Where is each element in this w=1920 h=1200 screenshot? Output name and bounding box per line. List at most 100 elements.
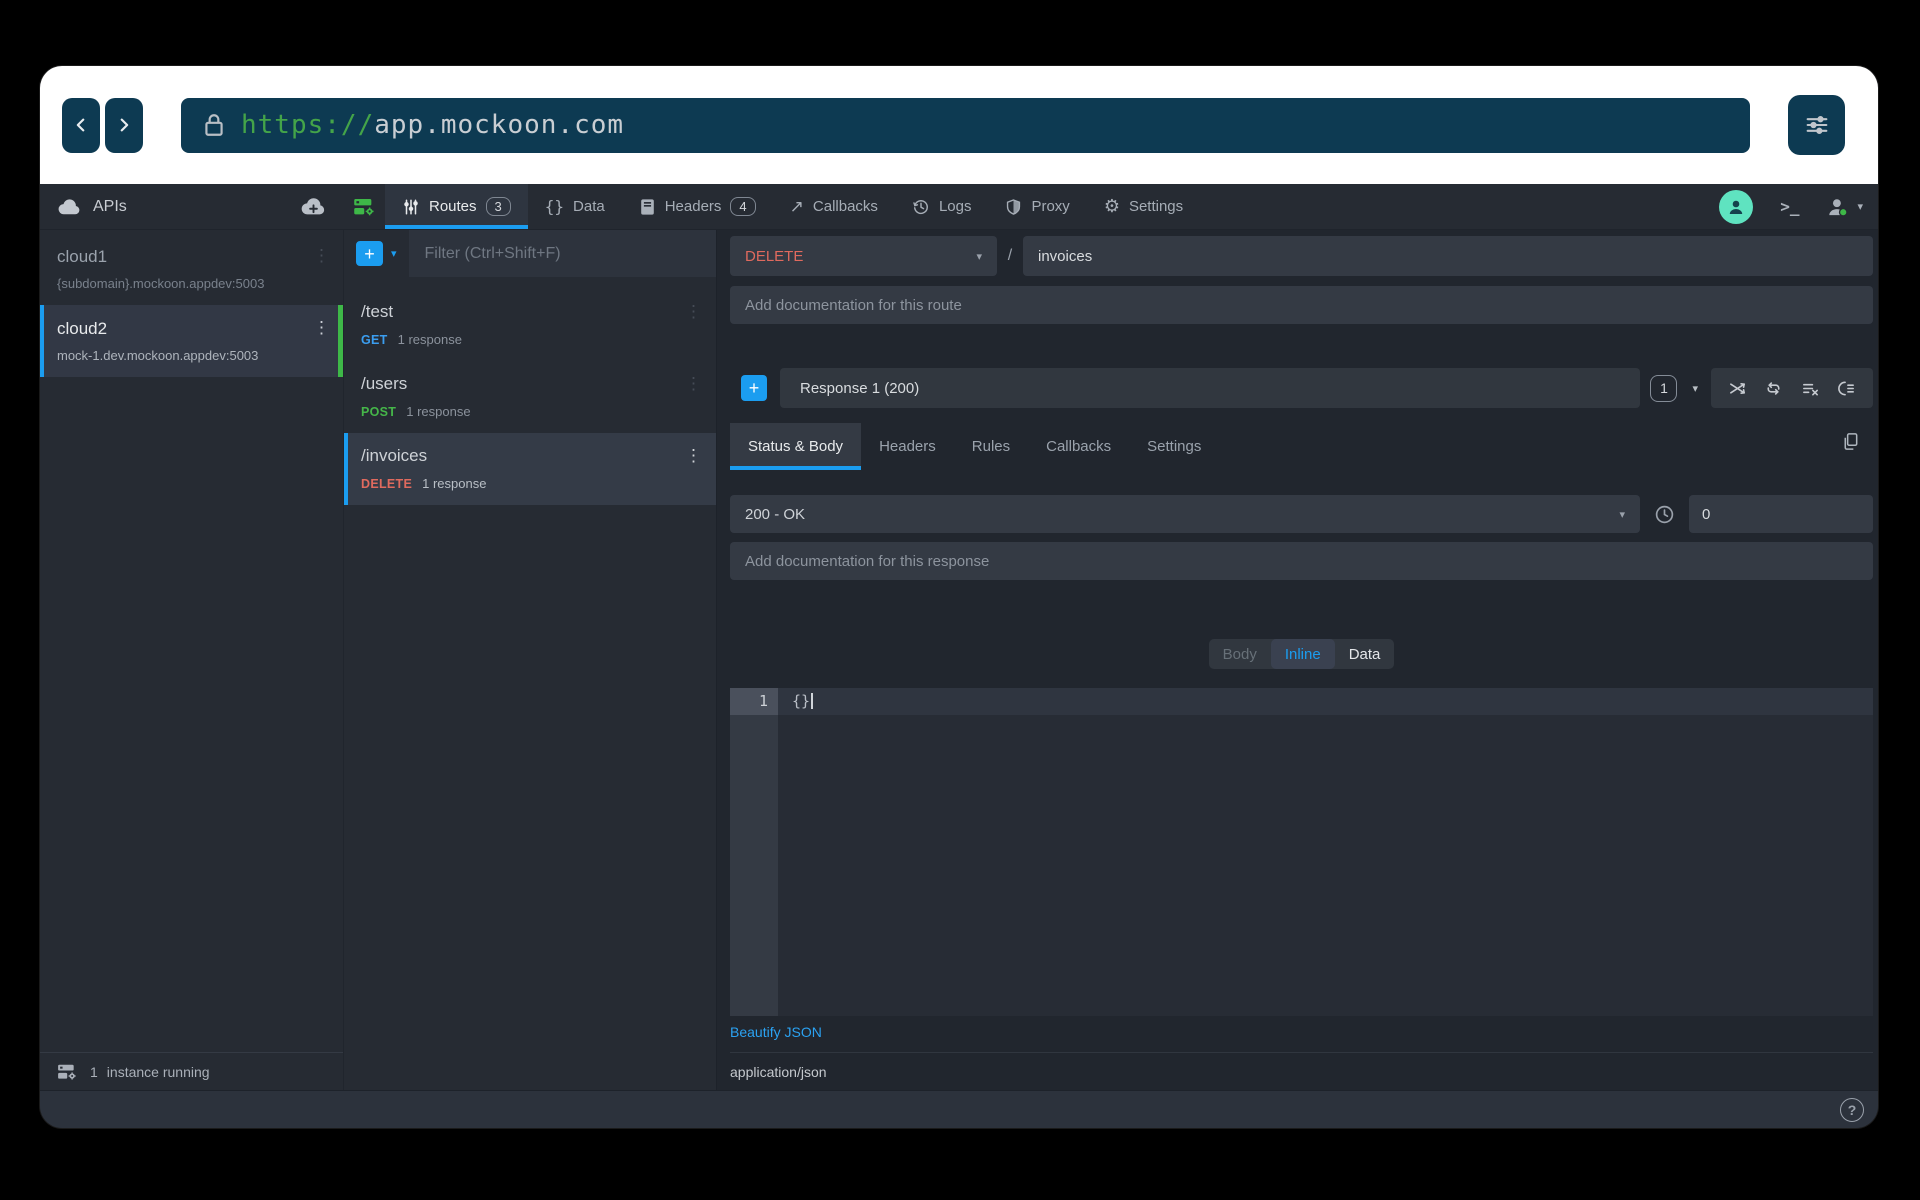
body-code-editor[interactable]: 1 {} <box>730 688 1873 1016</box>
browser-forward-button[interactable] <box>105 98 143 153</box>
route-method: GET <box>361 333 388 347</box>
browser-address-bar[interactable]: https:// app.mockoon.com <box>181 98 1750 153</box>
response-documentation-input[interactable] <box>730 542 1873 580</box>
add-route-caret-icon[interactable]: ▾ <box>391 247 397 260</box>
line-number: 1 <box>730 688 778 715</box>
kebab-menu-icon[interactable]: ⋮ <box>313 247 330 264</box>
headers-count-badge: 4 <box>730 197 755 216</box>
apis-title: APIs <box>93 198 127 216</box>
add-route-button[interactable]: + <box>356 241 383 266</box>
sliders-icon <box>1803 111 1831 139</box>
kebab-menu-icon[interactable]: ⋮ <box>685 447 702 464</box>
route-documentation-input[interactable] <box>730 286 1873 324</box>
tab-rules[interactable]: Rules <box>954 423 1028 470</box>
gear-icon: ⚙ <box>1104 196 1120 217</box>
fallback-mode-icon[interactable] <box>1837 379 1856 398</box>
tab-response-settings[interactable]: Settings <box>1129 423 1219 470</box>
route-path: /users <box>361 374 700 394</box>
tab-callbacks-label: Callbacks <box>813 198 878 215</box>
response-toolbar: + Response 1 (200) 1 ▾ <box>730 368 1873 408</box>
method-value: DELETE <box>745 248 803 265</box>
toggle-data[interactable]: Data <box>1335 639 1395 669</box>
instance-label: instance running <box>107 1064 210 1080</box>
route-method: DELETE <box>361 477 412 491</box>
routes-filter-input[interactable] <box>409 230 716 277</box>
tab-logs-label: Logs <box>939 198 972 215</box>
environment-item-cloud2[interactable]: cloud2 mock-1.dev.mockoon.appdev:5003 ⋮ <box>40 305 343 377</box>
add-response-button[interactable]: + <box>741 375 767 401</box>
lock-icon <box>201 110 227 140</box>
route-path: /test <box>361 302 700 322</box>
chevron-left-icon <box>72 116 90 134</box>
copy-icon[interactable] <box>1841 431 1860 452</box>
kebab-menu-icon[interactable]: ⋮ <box>685 375 702 392</box>
environment-settings-icon[interactable] <box>343 184 385 229</box>
editor-gutter <box>730 688 778 1016</box>
environment-name: cloud2 <box>57 319 327 339</box>
path-separator: / <box>997 236 1023 276</box>
response-mode-buttons <box>1711 368 1873 408</box>
tab-status-body[interactable]: Status & Body <box>730 423 861 470</box>
tab-proxy[interactable]: Proxy <box>988 184 1086 229</box>
status-row: 200 - OK ▾ <box>730 495 1873 533</box>
tab-proxy-label: Proxy <box>1031 198 1069 215</box>
mockoon-app: APIs Routes 3 {} Data <box>40 184 1878 1128</box>
route-responses: 1 response <box>406 404 470 419</box>
tab-routes-label: Routes <box>429 198 477 215</box>
random-response-icon[interactable] <box>1728 379 1747 398</box>
route-item-invoices[interactable]: /invoices DELETE 1 response ⋮ <box>344 433 716 505</box>
instances-footer: 1 instance running <box>40 1052 343 1090</box>
url-host: app.mockoon.com <box>374 110 624 140</box>
tab-data-label: Data <box>573 198 605 215</box>
tab-routes[interactable]: Routes 3 <box>385 184 528 229</box>
status-code-select[interactable]: 200 - OK ▾ <box>730 495 1640 533</box>
browser-back-button[interactable] <box>62 98 100 153</box>
account-menu[interactable]: ▾ <box>1826 195 1863 219</box>
latency-clock-icon <box>1640 504 1689 525</box>
route-item-test[interactable]: /test GET 1 response ⋮ <box>344 289 716 361</box>
account-person-icon <box>1826 195 1850 219</box>
tab-callbacks[interactable]: ↗ Callbacks <box>773 184 895 229</box>
cloud-icon <box>57 197 82 217</box>
kebab-menu-icon[interactable]: ⋮ <box>685 303 702 320</box>
tab-logs[interactable]: Logs <box>895 184 989 229</box>
route-path-input[interactable] <box>1023 236 1873 276</box>
route-header-row: DELETE ▾ / <box>730 236 1873 276</box>
response-select[interactable]: Response 1 (200) <box>780 368 1640 408</box>
editor-line: 1 {} <box>730 688 1873 715</box>
tab-settings[interactable]: ⚙ Settings <box>1087 184 1200 229</box>
environment-item-cloud1[interactable]: cloud1 {subdomain}.mockoon.appdev:5003 ⋮ <box>40 233 343 305</box>
app-statusbar: ? <box>40 1090 1878 1128</box>
help-icon[interactable]: ? <box>1840 1098 1864 1122</box>
user-avatar[interactable] <box>1719 190 1753 224</box>
tab-response-headers[interactable]: Headers <box>861 423 954 470</box>
disable-rules-icon[interactable] <box>1801 379 1820 398</box>
content-type-row: application/json <box>730 1052 1873 1090</box>
beautify-json-link[interactable]: Beautify JSON <box>730 1024 822 1040</box>
route-item-users[interactable]: /users POST 1 response ⋮ <box>344 361 716 433</box>
tab-data[interactable]: {} Data <box>528 184 622 229</box>
apis-header: APIs <box>40 184 343 229</box>
tab-headers[interactable]: Headers 4 <box>622 184 773 229</box>
browser-settings-button[interactable] <box>1788 95 1845 155</box>
tab-response-callbacks[interactable]: Callbacks <box>1028 423 1129 470</box>
browser-chrome: https:// app.mockoon.com <box>40 66 1878 184</box>
response-label: Response 1 (200) <box>800 380 919 397</box>
history-clock-icon <box>912 198 930 216</box>
method-select[interactable]: DELETE ▾ <box>730 236 997 276</box>
person-icon <box>1726 197 1746 217</box>
route-responses: 1 response <box>422 476 486 491</box>
terminal-icon[interactable]: >_ <box>1780 197 1799 216</box>
text-cursor <box>811 693 813 709</box>
cloud-upload-icon[interactable] <box>300 196 327 217</box>
latency-input[interactable] <box>1689 495 1873 533</box>
sequential-response-icon[interactable] <box>1764 379 1783 398</box>
response-list-caret-icon[interactable]: ▾ <box>1692 382 1698 395</box>
chevron-right-icon <box>115 116 133 134</box>
toggle-inline[interactable]: Inline <box>1271 639 1335 669</box>
content-type-value: application/json <box>730 1064 827 1080</box>
kebab-menu-icon[interactable]: ⋮ <box>313 319 330 336</box>
route-path: /invoices <box>361 446 700 466</box>
routes-count-badge: 3 <box>486 197 511 216</box>
toggle-body[interactable]: Body <box>1209 639 1271 669</box>
